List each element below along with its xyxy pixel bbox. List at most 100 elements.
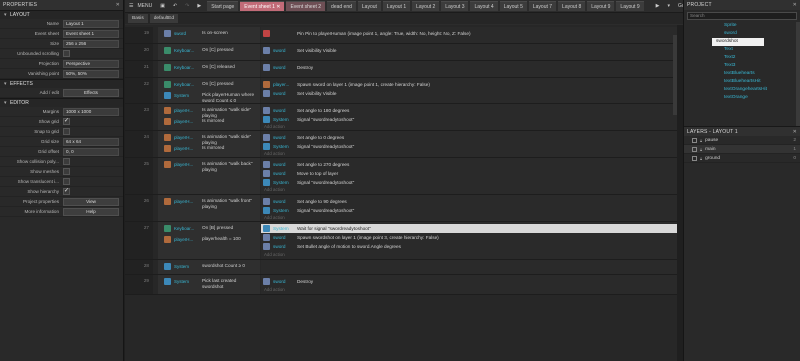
add-action-link[interactable]: Add action <box>264 124 285 129</box>
condition-block[interactable]: System Pick last created swordshot <box>158 275 260 294</box>
hamburger-icon[interactable]: ☰ <box>125 3 137 9</box>
action-block[interactable]: sword Set angle to 270 degrees sword Move t… <box>261 158 677 194</box>
project-item[interactable]: swordshot <box>712 38 764 46</box>
action-row[interactable]: sword Move to top of layer <box>261 169 677 178</box>
condition-block[interactable]: System swordshot Count ≥ 0 <box>158 260 260 274</box>
project-item[interactable]: sword <box>684 30 800 38</box>
action-block[interactable]: sword Set visibility Visible <box>261 44 677 60</box>
search-input[interactable]: Search <box>687 12 797 20</box>
tab-layout-5[interactable]: Layout 5 <box>499 1 527 11</box>
condition-object[interactable]: playerH... <box>164 134 193 141</box>
layer-row[interactable]: 🔒︎ pause 2 <box>684 136 800 145</box>
tab-layout-3[interactable]: Layout 3 <box>441 1 469 11</box>
project-item[interactable]: Text <box>684 46 800 54</box>
projection-select[interactable]: Perspective <box>63 59 119 68</box>
event-row[interactable]: 27 Keyboar... On [B] pressed playerH... play… <box>125 222 677 260</box>
action-block[interactable]: sword Set angle to 90 degrees System Signal… <box>261 195 677 221</box>
condition-block[interactable]: playerH... Is animation "walk front" play… <box>158 195 260 221</box>
tab-layout-7[interactable]: Layout 7 <box>528 1 557 11</box>
sub-tab-basis[interactable]: Basis <box>128 14 148 23</box>
condition-object[interactable]: playerH... <box>164 107 193 114</box>
vanishing-field[interactable]: 50%, 50% <box>63 69 119 78</box>
condition-object[interactable]: playerH... <box>164 161 193 168</box>
condition-block[interactable]: Keyboar... On [C] pressed System Pick playe… <box>158 78 260 103</box>
tab-dead-end[interactable]: dead end <box>327 1 356 11</box>
condition-object[interactable]: System <box>164 278 189 285</box>
tab-event-sheet-1[interactable]: Event sheet 1 ✕ <box>240 1 285 11</box>
action-block[interactable]: sword Destroy <box>261 61 677 77</box>
condition-block[interactable]: playerH... Is animation "walk side" playi… <box>158 131 260 157</box>
project-item[interactable]: Sprite <box>684 22 800 30</box>
tab-layout-9[interactable]: Layout 9 <box>587 1 615 11</box>
action-row[interactable]: sword Set angle to 270 degrees <box>261 160 677 169</box>
condition-object[interactable]: Keyboar... <box>164 64 194 71</box>
project-item[interactable]: Text3 <box>684 62 800 70</box>
show-meshes-checkbox[interactable] <box>63 167 70 175</box>
event-row[interactable]: 29 System Pick last created swordshot sword… <box>125 275 677 295</box>
grid-size-field[interactable]: 64 x 64 <box>63 137 119 146</box>
event-sheet-scrollbar[interactable] <box>673 35 677 115</box>
condition-object[interactable]: playerH... <box>164 145 193 152</box>
tab-event-sheet-2[interactable]: Event sheet 2 <box>286 1 326 11</box>
condition-object[interactable]: playerH... <box>164 198 193 205</box>
event-row[interactable]: 26 playerH... Is animation "walk front" pl… <box>125 195 677 222</box>
action-row[interactable]: System Signal "swordreadytoshoot" <box>261 178 677 187</box>
condition-object[interactable]: System <box>164 92 189 99</box>
add-action-link[interactable]: Add action <box>264 252 285 257</box>
condition-block[interactable]: sword Is on-screen <box>158 27 260 43</box>
action-row[interactable]: System Signal "swordreadytoshoot" <box>261 142 677 151</box>
condition-object[interactable]: playerH... <box>164 118 193 125</box>
tab-layout-9b[interactable]: Layout 9 <box>616 1 644 11</box>
action-block[interactable]: sword Set angle to 0 degrees System Signal … <box>261 131 677 157</box>
dropdown-icon[interactable]: ▾ <box>663 3 674 9</box>
action-row[interactable]: sword Set angle to 180 degrees <box>261 106 677 115</box>
tab-layout-4[interactable]: Layout 4 <box>470 1 498 11</box>
unbounded-checkbox[interactable] <box>63 49 70 57</box>
margins-field[interactable]: 1000 x 1000 <box>63 107 119 116</box>
event-row[interactable]: 24 playerH... Is animation "walk side" pla… <box>125 131 677 158</box>
save-icon[interactable]: ▣ <box>156 3 169 9</box>
layer-row[interactable]: 🔒︎ ground 0 <box>684 154 800 163</box>
event-row[interactable]: 28 System swordshot Count ≥ 0 <box>125 260 677 275</box>
action-row[interactable]: System Wait for signal "swordreadytoshoot… <box>261 224 677 233</box>
condition-block[interactable]: Keyboar... On [C] pressed <box>158 44 260 60</box>
action-row[interactable]: player... Spawn sword on layer 1 (image p… <box>261 80 677 89</box>
project-item[interactable]: textOrange <box>684 94 800 102</box>
action-row[interactable]: sword Destroy <box>261 277 677 286</box>
add-action-link[interactable]: Add action <box>264 151 285 156</box>
layer-visibility-checkbox[interactable] <box>692 137 697 143</box>
tab-layout-1[interactable]: Layout 1 <box>382 1 411 11</box>
action-block[interactable]: System Wait for signal "swordreadytoshoot… <box>261 222 677 259</box>
action-row[interactable]: sword Set Bullet angle of motion to sword… <box>261 242 677 251</box>
play-icon[interactable]: ▶ <box>652 3 664 9</box>
show-grid-checkbox[interactable]: ✓ <box>63 117 70 125</box>
condition-object[interactable]: sword <box>164 30 186 37</box>
project-scrollbar[interactable] <box>796 22 800 126</box>
lock-icon[interactable]: 🔒︎ <box>700 147 702 152</box>
project-item[interactable]: textBlueheartsHit <box>684 78 800 86</box>
action-row[interactable]: sword Spawn swordshot on layer 1 (image p… <box>261 233 677 242</box>
event-sheet-select[interactable]: Event sheet 1 <box>63 29 119 38</box>
event-row[interactable]: 25 playerH... Is animation "walk back" pla… <box>125 158 677 195</box>
view-button[interactable]: View <box>63 197 119 206</box>
condition-object[interactable]: Keyboar... <box>164 81 194 88</box>
action-row[interactable]: sword Destroy <box>261 63 677 72</box>
size-field[interactable]: 256 x 256 <box>63 39 119 48</box>
event-sheet[interactable]: 19 sword Is on-screen Pin Pin to playerHuma… <box>125 25 677 361</box>
lock-icon[interactable]: 🔒︎ <box>700 138 702 143</box>
show-translucent-checkbox[interactable] <box>63 177 70 185</box>
lock-icon[interactable]: 🔒︎ <box>700 156 702 161</box>
show-collision-checkbox[interactable] <box>63 157 70 165</box>
action-row[interactable]: System Signal "swordreadytoshoot" <box>261 206 677 215</box>
condition-block[interactable]: playerH... Is animation "walk side" playi… <box>158 104 260 130</box>
event-row[interactable]: 19 sword Is on-screen Pin Pin to playerHuma… <box>125 27 677 44</box>
close-icon[interactable]: ✕ <box>276 4 280 10</box>
condition-object[interactable]: Keyboar... <box>164 47 194 54</box>
menu-button[interactable]: MENU <box>137 3 156 9</box>
event-row[interactable]: 21 Keyboar... On [C] released sword Destroy <box>125 61 677 78</box>
action-row[interactable]: sword Set angle to 90 degrees <box>261 197 677 206</box>
tab-layout-2[interactable]: Layout 2 <box>412 1 440 11</box>
condition-block[interactable]: playerH... Is animation "walk back" playi… <box>158 158 260 194</box>
show-hierarchy-checkbox[interactable]: ✓ <box>63 187 70 195</box>
project-item[interactable]: textBluehearts <box>684 70 800 78</box>
